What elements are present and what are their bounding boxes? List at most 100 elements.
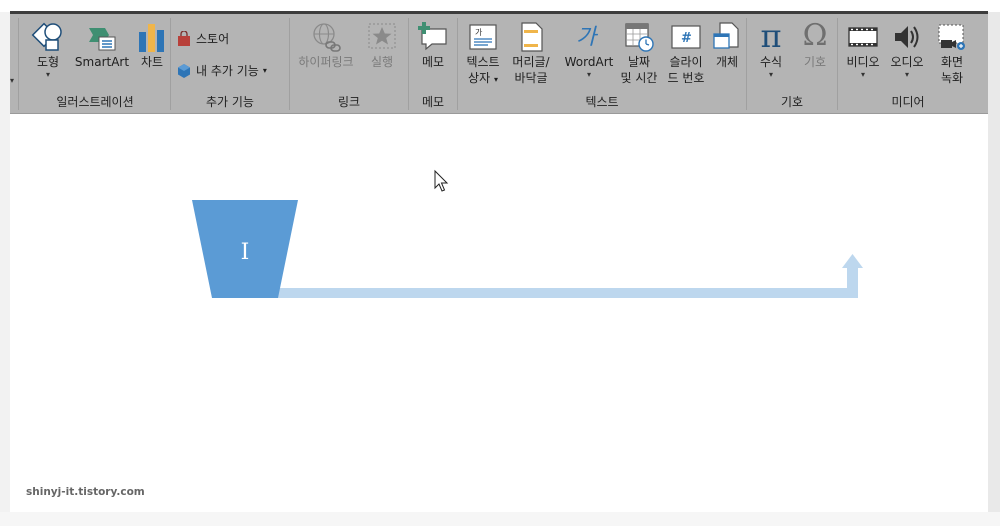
slide-number-label-line1: 슬라이: [669, 55, 703, 69]
chevron-down-icon: ▾: [586, 70, 591, 79]
group-separator: [18, 18, 19, 110]
symbol-label: 기호: [803, 55, 827, 69]
arrow-vertical-segment: [847, 266, 858, 298]
calendar-clock-icon: [625, 23, 654, 52]
slide-drawing: I: [192, 169, 863, 298]
my-addins-button[interactable]: 내 추가 기능 ▾: [176, 62, 267, 79]
screen-recording-label-line1: 화면: [940, 55, 964, 69]
chevron-down-icon: ▾: [860, 70, 865, 79]
comments-group: 메모 메모: [409, 14, 457, 113]
header-footer-icon: [521, 22, 543, 52]
symbols-group-label: 기호: [780, 95, 804, 109]
shapes-label: 도형: [36, 55, 60, 69]
illustrations-group: 도형 ▾ SmartArt 차트 일러스트레이션: [20, 14, 170, 113]
star-action-icon: [368, 23, 396, 49]
action-button[interactable]: 실행: [364, 20, 400, 70]
object-label: 개체: [715, 55, 739, 69]
date-time-label-line2: 및 시간: [620, 71, 658, 85]
right-edge: [988, 12, 1000, 514]
store-button[interactable]: 스토어: [176, 30, 229, 47]
wordart-label: WordArt: [564, 55, 614, 69]
smartart-icon: [89, 28, 116, 51]
textbox-icon: 가: [469, 24, 497, 50]
speaker-icon: [895, 26, 919, 48]
film-icon: [848, 27, 878, 47]
slide-number-button[interactable]: # 슬라이 드 번호: [662, 20, 710, 86]
date-time-label-line1: 날짜: [627, 55, 651, 69]
arrow-horizontal-segment: [278, 288, 858, 298]
textbox-button[interactable]: 가 텍스트 상자 ▾: [462, 20, 504, 88]
text-cursor-icon: I: [241, 240, 250, 265]
comments-group-label: 메모: [421, 95, 445, 109]
media-group-label: 미디어: [891, 95, 925, 109]
video-label: 비디오: [846, 55, 880, 69]
object-icon: [713, 22, 739, 49]
pi-icon: π: [760, 17, 782, 55]
screen-record-icon: [938, 24, 965, 50]
wordart-button[interactable]: 가 WordArt ▾: [560, 20, 618, 80]
symbol-button[interactable]: Ω 기호: [797, 18, 833, 70]
addins-group-label: 추가 기능: [206, 95, 254, 109]
bent-arrow-shape[interactable]: [278, 254, 863, 298]
header-footer-label-line1: 머리글/: [512, 55, 550, 69]
insert-ribbon: ▾ 도형 ▾ SmartArt 차트 일러스트레이션 스토어 내 추가 기능 ▾…: [10, 14, 988, 114]
slide-number-label-line2: 드 번호: [667, 71, 705, 85]
addins-icon: [178, 63, 190, 78]
globe-link-icon: [313, 23, 341, 52]
chevron-down-icon: ▾: [262, 66, 267, 75]
slide-canvas[interactable]: I shinyj-it.tistory.com: [10, 114, 988, 512]
date-time-button[interactable]: 날짜 및 시간: [618, 20, 660, 86]
chevron-down-icon: ▾: [45, 70, 50, 79]
svg-text:#: #: [681, 31, 692, 46]
addins-group: 스토어 내 추가 기능 ▾ 추가 기능: [171, 14, 289, 113]
left-edge: [0, 12, 10, 514]
svg-text:가: 가: [576, 25, 599, 50]
header-footer-button[interactable]: 머리글/ 바닥글: [506, 20, 556, 86]
media-group: 비디오 ▾ 오디오 ▾ 화면 녹화 미디어: [838, 14, 978, 113]
object-button[interactable]: 개체: [710, 20, 744, 70]
chevron-down-icon: ▾: [904, 70, 909, 79]
chart-label: 차트: [140, 55, 164, 69]
shapes-button[interactable]: 도형 ▾: [30, 20, 66, 80]
screen-recording-button[interactable]: 화면 녹화: [932, 20, 972, 86]
chevron-down-icon: ▾: [768, 70, 773, 79]
header-footer-label-line2: 바닥글: [514, 71, 548, 85]
wordart-icon: 가: [576, 25, 599, 50]
equation-button[interactable]: π 수식 ▾: [753, 18, 789, 80]
comment-icon: [418, 22, 447, 51]
textbox-label-line1: 텍스트: [466, 55, 500, 69]
video-button[interactable]: 비디오 ▾: [842, 20, 884, 80]
slide-number-icon: #: [671, 25, 701, 49]
store-label: 스토어: [196, 32, 230, 46]
equation-label: 수식: [759, 55, 783, 69]
hyperlink-label: 하이퍼링크: [298, 55, 354, 69]
svg-text:가: 가: [475, 28, 483, 37]
my-addins-label: 내 추가 기능: [196, 64, 259, 78]
illustrations-group-label: 일러스트레이션: [56, 95, 134, 109]
comment-label: 메모: [421, 55, 445, 69]
chart-icon: [139, 24, 164, 52]
comment-button[interactable]: 메모: [415, 20, 451, 70]
audio-button[interactable]: 오디오 ▾: [886, 20, 928, 80]
hyperlink-button[interactable]: 하이퍼링크: [292, 20, 360, 70]
chart-button[interactable]: 차트: [136, 20, 168, 70]
audio-label: 오디오: [890, 55, 924, 69]
bottom-bar: [0, 512, 1000, 526]
store-icon: [178, 30, 190, 46]
chevron-down-icon[interactable]: ▾: [10, 76, 14, 85]
text-group-label: 텍스트: [585, 95, 619, 109]
smartart-label: SmartArt: [74, 55, 130, 69]
omega-icon: Ω: [802, 18, 828, 53]
links-group-label: 링크: [337, 95, 361, 109]
symbols-group: π 수식 ▾ Ω 기호 기호: [747, 14, 837, 113]
links-group: 하이퍼링크 실행 링크: [290, 14, 408, 113]
action-label: 실행: [370, 55, 394, 69]
textbox-label-line2: 상자 ▾: [468, 71, 498, 85]
arrow-head: [842, 254, 863, 268]
smartart-button[interactable]: SmartArt: [72, 20, 132, 70]
watermark: shinyj-it.tistory.com: [26, 486, 145, 498]
text-group: 가 텍스트 상자 ▾ 머리글/ 바닥글 가 WordArt ▾ 날짜 및 시간 …: [458, 14, 746, 113]
mouse-pointer-icon: [434, 169, 449, 192]
shapes-icon: [31, 22, 62, 51]
screen-recording-label-line2: 녹화: [940, 71, 964, 85]
